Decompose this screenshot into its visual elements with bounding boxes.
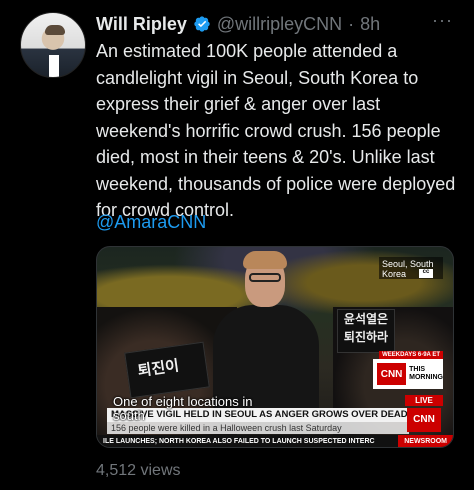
- avatar-hair: [45, 25, 65, 35]
- live-badge: LIVE: [405, 395, 443, 406]
- tweet-time[interactable]: 8h: [360, 14, 380, 35]
- newsroom-badge: NEWSROOM: [398, 435, 453, 447]
- reporter-hair: [243, 251, 287, 269]
- location-badge: Seoul, South Korea: [379, 257, 443, 279]
- closed-caption-icon: cc: [419, 269, 433, 278]
- more-options-icon[interactable]: ···: [432, 10, 453, 31]
- reporter-glasses: [249, 273, 281, 282]
- separator-dot: ·: [348, 13, 355, 34]
- verified-badge-icon: [194, 16, 210, 32]
- author-name[interactable]: Will Ripley: [96, 14, 187, 35]
- tweet-header: Will Ripley @willripleyCNN · 8h: [96, 12, 380, 36]
- author-handle[interactable]: @willripleyCNN: [217, 14, 342, 35]
- protest-sign-left-text: 퇴진이: [136, 357, 181, 380]
- show-name: THIS MORNING: [409, 366, 443, 382]
- show-name-line1: THIS: [409, 366, 426, 373]
- show-name-line2: MORNING: [409, 374, 443, 381]
- news-subhead: 156 people were killed in a Halloween cr…: [107, 422, 409, 434]
- protest-sign-right-line2: 퇴진하라: [343, 330, 389, 344]
- video-caption: One of eight locations in south: [113, 394, 253, 423]
- tweet-text: An estimated 100K people attended a cand…: [96, 41, 456, 220]
- tweet-media-video[interactable]: 퇴진이 윤석열은 퇴진하라 Seoul, South Korea cc WEEK…: [96, 246, 454, 448]
- cnn-logo-icon: CNN: [377, 363, 407, 385]
- protest-sign-right-line1: 윤석열은: [343, 312, 389, 326]
- weekday-label: WEEKDAYS 6-9A ET: [379, 351, 443, 359]
- protest-sign-right: 윤석열은 퇴진하라: [337, 309, 395, 353]
- view-count[interactable]: 4,512 views: [96, 462, 181, 480]
- cnn-bug-icon: CNN: [407, 408, 441, 432]
- mention-link[interactable]: @AmaraCNN: [96, 209, 206, 236]
- avatar-shirt: [49, 55, 59, 77]
- cnn-show-logo: CNN THIS MORNING: [373, 359, 443, 389]
- avatar[interactable]: [20, 12, 86, 78]
